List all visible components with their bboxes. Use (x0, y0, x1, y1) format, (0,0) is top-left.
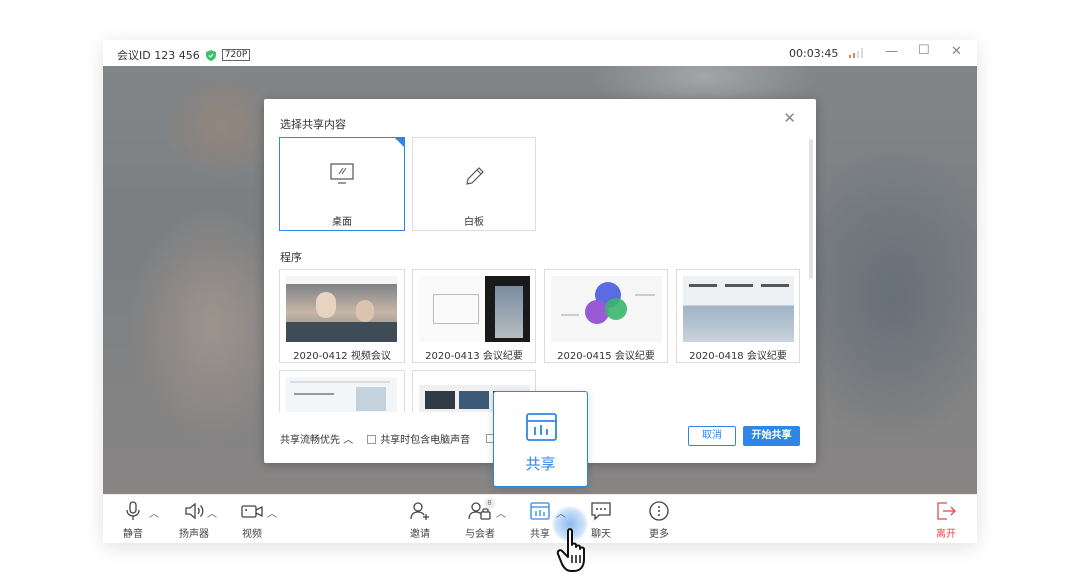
speaker-button[interactable]: 扬声器 (177, 501, 211, 540)
video-button[interactable]: 视频 (239, 501, 265, 540)
more-label: 更多 (649, 529, 669, 540)
mute-button[interactable]: 静音 (122, 501, 144, 540)
monitor-icon (330, 163, 354, 184)
add-user-icon (410, 502, 429, 520)
program-label: 2020-0418 会议纪要 (689, 351, 787, 362)
program-thumbnail (419, 276, 530, 342)
mute-options-chevron-icon[interactable]: ︿ (149, 505, 159, 520)
shield-icon (205, 49, 216, 61)
program-thumbnail (683, 276, 794, 342)
program-thumbnail (286, 276, 397, 342)
program-label: 2020-0412 视频会议 (293, 351, 391, 362)
start-share-button[interactable]: 开始共享 (743, 426, 800, 446)
meeting-id: 会议ID 123 456 (117, 49, 200, 62)
invite-label: 邀请 (410, 529, 430, 540)
include-audio-label: 共享时包含电脑声音 (380, 435, 471, 446)
selected-corner-icon (395, 138, 404, 147)
program-card-4[interactable]: 2020-0418 会议纪要 (676, 269, 800, 363)
whiteboard-card[interactable]: 白板 (412, 137, 536, 231)
invite-button[interactable]: 邀请 (407, 501, 433, 540)
cancel-button[interactable]: 取消 (688, 426, 736, 446)
share-popup-label: 共享 (525, 455, 556, 473)
mute-label: 静音 (123, 529, 143, 540)
fluency-priority-label: 共享流畅优先 (280, 435, 340, 446)
title-bar: 会议ID 123 456 720P 00:03:45 — ☐ ✕ (103, 40, 977, 66)
dialog-title: 选择共享内容 (280, 118, 346, 131)
signal-icon[interactable] (849, 48, 863, 58)
leave-label: 离开 (936, 529, 956, 540)
participants-label: 与会者 (465, 529, 495, 540)
speaker-icon (185, 502, 204, 520)
chat-label: 聊天 (591, 529, 611, 540)
pencil-icon (466, 167, 484, 185)
program-label: 2020-0413 会议纪要 (425, 351, 523, 362)
whiteboard-label: 白板 (464, 217, 484, 228)
desktop-card[interactable]: 桌面 (279, 137, 405, 231)
share-highlight-popup: 共享 (493, 391, 588, 487)
more-button[interactable]: 更多 (646, 501, 672, 540)
desktop-label: 桌面 (332, 217, 352, 228)
participants-count-badge: 8 (484, 498, 495, 509)
dialog-close-icon[interactable]: ✕ (783, 109, 796, 127)
meeting-timer: 00:03:45 (789, 47, 839, 60)
minimize-icon[interactable]: — (885, 44, 898, 59)
leave-button[interactable]: 离开 (933, 501, 959, 540)
maximize-icon[interactable]: ☐ (918, 43, 930, 58)
hand-cursor-icon (556, 528, 585, 572)
fluency-priority-select[interactable]: 共享流畅优先 ︿ (280, 431, 353, 446)
program-card-3[interactable]: 2020-0415 会议纪要 (544, 269, 668, 363)
share-options-row: 共享流畅优先 ︿ 共享时包含电脑声音 (280, 431, 499, 446)
more-icon (649, 501, 669, 521)
leave-icon (937, 502, 956, 520)
program-card-1[interactable]: 2020-0412 视频会议 (279, 269, 405, 363)
video-camera-icon (241, 505, 263, 518)
share-screen-icon (530, 502, 550, 520)
microphone-icon (126, 501, 140, 520)
program-label: 2020-0415 会议纪要 (557, 351, 655, 362)
include-audio-checkbox[interactable]: 共享时包含电脑声音 (367, 431, 470, 446)
program-card-2[interactable]: 2020-0413 会议纪要 (412, 269, 536, 363)
share-button[interactable]: 共享 (527, 501, 553, 540)
programs-title: 程序 (280, 251, 302, 264)
chat-icon (591, 502, 611, 521)
meeting-toolbar: 静音 ︿ 扬声器 ︿ 视频 ︿ 邀请 与会者 8 ︿ 共享 ︿ (103, 494, 977, 543)
video-options-chevron-icon[interactable]: ︿ (267, 505, 277, 520)
share-label: 共享 (530, 529, 550, 540)
share-screen-icon (526, 413, 557, 441)
speaker-label: 扬声器 (179, 529, 209, 540)
video-label: 视频 (242, 529, 262, 540)
close-window-icon[interactable]: ✕ (951, 44, 962, 59)
program-list-scrollbar[interactable] (809, 139, 813, 279)
participants-options-chevron-icon[interactable]: ︿ (496, 505, 506, 520)
resolution-badge[interactable]: 720P (221, 49, 251, 61)
speaker-options-chevron-icon[interactable]: ︿ (207, 505, 217, 520)
program-thumbnail (551, 276, 662, 342)
chevron-up-icon: ︿ (343, 435, 354, 446)
checkbox-icon (367, 435, 377, 444)
program-thumbnail (286, 377, 397, 412)
program-card-5[interactable] (279, 370, 405, 412)
